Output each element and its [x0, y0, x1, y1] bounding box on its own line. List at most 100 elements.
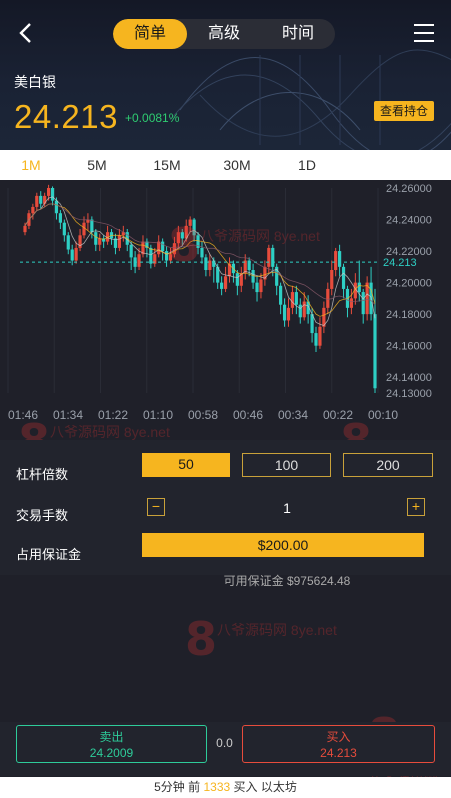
spread-value: 0.0 — [216, 736, 233, 750]
candle-body — [318, 326, 322, 346]
tab-advanced[interactable]: 高级 — [187, 19, 261, 49]
x-tick-label: 01:22 — [98, 408, 128, 422]
view-positions-button[interactable]: 查看持仓 — [374, 101, 434, 121]
x-tick-label: 01:46 — [8, 408, 38, 422]
leverage-label: 杠杆倍数 — [16, 467, 69, 482]
candle-body — [255, 282, 259, 293]
kline-chart[interactable]: 24.26000 24.24000 24.22000 24.20000 24.18000… — [0, 180, 451, 425]
candle-body — [188, 219, 192, 226]
candle-body — [357, 282, 361, 293]
candle-body — [31, 206, 35, 214]
candle-body — [90, 219, 94, 233]
candle-body — [334, 251, 338, 270]
period-tab-30m[interactable]: 30M — [202, 150, 272, 180]
current-price-label: 24.213 — [383, 257, 417, 269]
candle-body — [220, 282, 224, 289]
candle-body — [94, 232, 98, 245]
candle-body — [338, 251, 342, 267]
watermark-logo: 8八爷源码网 8ye.net — [185, 612, 337, 666]
period-tab-15m[interactable]: 15M — [132, 150, 202, 180]
sell-button[interactable]: 卖出 24.2009 — [16, 725, 207, 763]
candle-body — [164, 251, 169, 261]
tab-time[interactable]: 时间 — [261, 19, 335, 49]
candle-body — [117, 235, 121, 248]
sell-price: 24.2009 — [89, 746, 134, 760]
current-price: 24.213 — [14, 98, 118, 135]
candle-body — [180, 232, 184, 239]
leverage-option-200[interactable]: 200 — [343, 453, 433, 477]
candle-body — [326, 288, 330, 308]
candle-body — [161, 241, 165, 252]
symbol-name: 美白银 — [14, 74, 56, 90]
y-tick-label: 24.13000 — [386, 388, 432, 400]
candle-body — [279, 285, 283, 305]
candle-body — [98, 238, 102, 245]
candle-body — [282, 304, 287, 321]
period-tab-5m[interactable]: 5M — [62, 150, 132, 180]
candle-body — [46, 188, 51, 196]
header-banner: 简单 高级 时间 美白银 24.213 +0.0081% 查看持仓 — [0, 0, 451, 150]
x-tick-label: 00:10 — [368, 408, 398, 422]
buy-button[interactable]: 买入 24.213 — [242, 725, 435, 763]
ticker-count: 1333 — [203, 780, 231, 794]
activity-ticker: 5分钟 前 1333 买入 以太坊 — [0, 777, 451, 798]
candle-body — [271, 247, 275, 267]
period-tab-1d[interactable]: 1D — [272, 150, 342, 180]
candle-body — [314, 333, 318, 346]
candle-body — [302, 301, 306, 318]
candle-body — [82, 222, 86, 236]
y-tick-label: 24.18000 — [386, 309, 432, 321]
candle-body — [39, 195, 43, 204]
back-button[interactable] — [12, 18, 40, 48]
y-tick-label: 24.24000 — [386, 215, 432, 227]
candle-body — [298, 304, 302, 318]
candle-body — [23, 225, 27, 233]
period-tab-1m[interactable]: 1M — [0, 150, 62, 180]
candle-body — [192, 219, 196, 236]
ticker-suffix: 买入 以太坊 — [233, 780, 297, 794]
candle-body — [66, 235, 70, 250]
candle-body — [373, 314, 377, 389]
margin-value: $200.00 — [142, 533, 424, 557]
candle-body — [290, 292, 295, 308]
candle-body — [50, 188, 55, 201]
increase-lots-button[interactable]: + — [407, 498, 425, 516]
sell-label: 卖出 — [99, 730, 124, 744]
tab-simple[interactable]: 简单 — [113, 19, 187, 49]
x-tick-label: 01:10 — [143, 408, 173, 422]
candle-body — [294, 292, 298, 305]
mode-tabs: 简单 高级 时间 — [113, 19, 335, 49]
candle-body — [223, 276, 228, 289]
lots-value[interactable]: 1 — [0, 500, 451, 516]
candle-body — [58, 213, 62, 223]
leverage-option-50[interactable]: 50 — [142, 453, 230, 477]
candle-body — [176, 232, 180, 244]
moving-average-line — [24, 196, 376, 326]
x-tick-label: 00:58 — [188, 408, 218, 422]
y-tick-label: 24.20000 — [386, 278, 432, 290]
candle-body — [330, 270, 334, 289]
hamburger-menu-icon — [414, 24, 434, 42]
candle-body — [349, 298, 354, 308]
candle-body — [259, 279, 263, 293]
candle-body — [137, 254, 141, 267]
candle-body — [286, 307, 291, 321]
candle-body — [204, 257, 208, 270]
menu-button[interactable] — [413, 22, 435, 44]
x-tick-label: 00:22 — [323, 408, 353, 422]
kline-chart-svg: 24.2600024.2400024.2200024.2000024.18000… — [7, 183, 432, 422]
candle-body — [149, 247, 153, 264]
available-margin: 可用保证金 $975624.48 — [223, 574, 351, 588]
candle-body — [361, 292, 365, 315]
candle-body — [212, 260, 216, 267]
candle-body — [365, 282, 369, 315]
period-tabs: 1M 5M 15M 30M 1D — [0, 150, 451, 180]
candle-body — [54, 200, 59, 214]
y-tick-label: 24.26000 — [386, 183, 432, 195]
candle-body — [129, 244, 133, 258]
ticker-prefix: 5分钟 前 — [154, 780, 201, 794]
y-tick-label: 24.14000 — [386, 372, 432, 384]
buy-label: 买入 — [326, 730, 351, 744]
x-tick-label: 00:46 — [233, 408, 263, 422]
leverage-option-100[interactable]: 100 — [242, 453, 331, 477]
